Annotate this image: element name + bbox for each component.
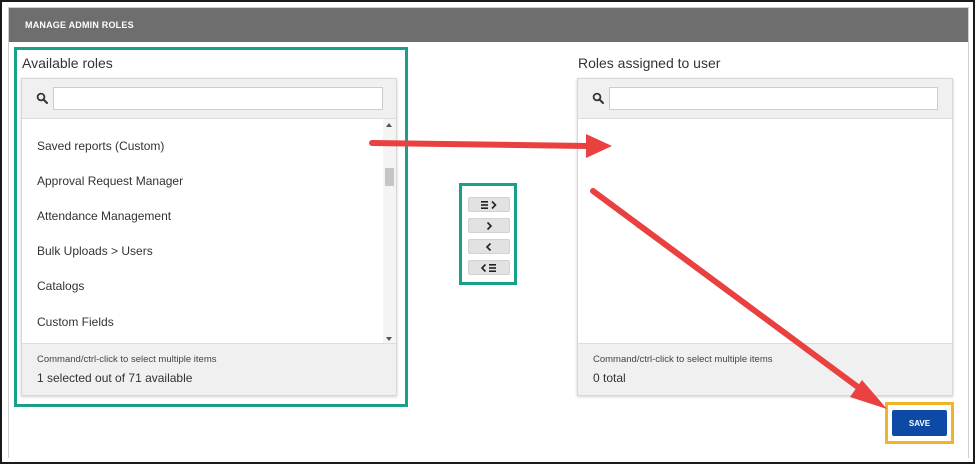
multi-select-hint: Command/ctrl-click to select multiple it… <box>593 354 773 365</box>
assigned-roles-list[interactable] <box>578 119 952 345</box>
assigned-roles-listbox: Command/ctrl-click to select multiple it… <box>577 78 953 396</box>
panel-title: MANAGE ADMIN ROLES <box>25 20 134 30</box>
assigned-count: 0 total <box>593 371 626 385</box>
move-controls <box>459 183 517 285</box>
save-button[interactable]: SAVE <box>892 410 947 436</box>
move-left-button[interactable] <box>468 239 510 254</box>
assigned-search-input[interactable] <box>609 87 938 110</box>
chevron-left-icon <box>485 242 492 251</box>
available-roles-highlight <box>14 47 408 407</box>
move-right-button[interactable] <box>468 218 510 233</box>
chevron-left-list-icon <box>480 263 496 272</box>
chevron-right-icon <box>486 221 493 230</box>
assigned-roles-title: Roles assigned to user <box>578 55 721 71</box>
move-all-left-button[interactable] <box>468 260 510 275</box>
panel-header: MANAGE ADMIN ROLES <box>9 8 968 42</box>
save-highlight: SAVE <box>885 402 954 444</box>
search-icon <box>592 92 604 104</box>
assigned-footer: Command/ctrl-click to select multiple it… <box>578 343 952 395</box>
assigned-search-bar <box>578 79 952 119</box>
list-chevron-right-icon <box>481 200 497 209</box>
move-all-right-button[interactable] <box>468 197 510 212</box>
